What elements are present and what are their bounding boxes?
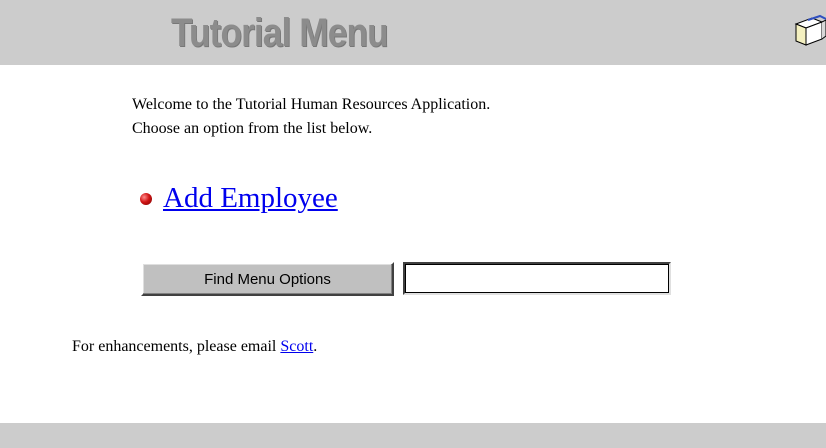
email-scott-link[interactable]: Scott	[280, 338, 313, 355]
welcome-line: Welcome to the Tutorial Human Resources …	[132, 96, 491, 113]
enhancements-period: .	[313, 338, 318, 355]
instruction-line: Choose an option from the list below.	[132, 120, 373, 137]
add-employee-link[interactable]: Add Employee	[163, 182, 338, 215]
book-icon	[794, 14, 826, 46]
menu-option-add-employee: Add Employee	[140, 180, 338, 216]
page-title: Tutorial Menu	[171, 11, 389, 55]
find-menu-options-input[interactable]	[403, 262, 671, 295]
header-bar: Tutorial Menu	[0, 0, 826, 65]
find-menu-options-button[interactable]: Find Menu Options	[141, 262, 394, 296]
enhancements-text: For enhancements, please email	[72, 338, 281, 355]
welcome-text: Welcome to the Tutorial Human Resources …	[132, 93, 490, 141]
enhancements-note: For enhancements, please email Scott.	[72, 335, 317, 359]
bullet-icon	[140, 193, 152, 205]
footer-bar	[0, 423, 826, 448]
